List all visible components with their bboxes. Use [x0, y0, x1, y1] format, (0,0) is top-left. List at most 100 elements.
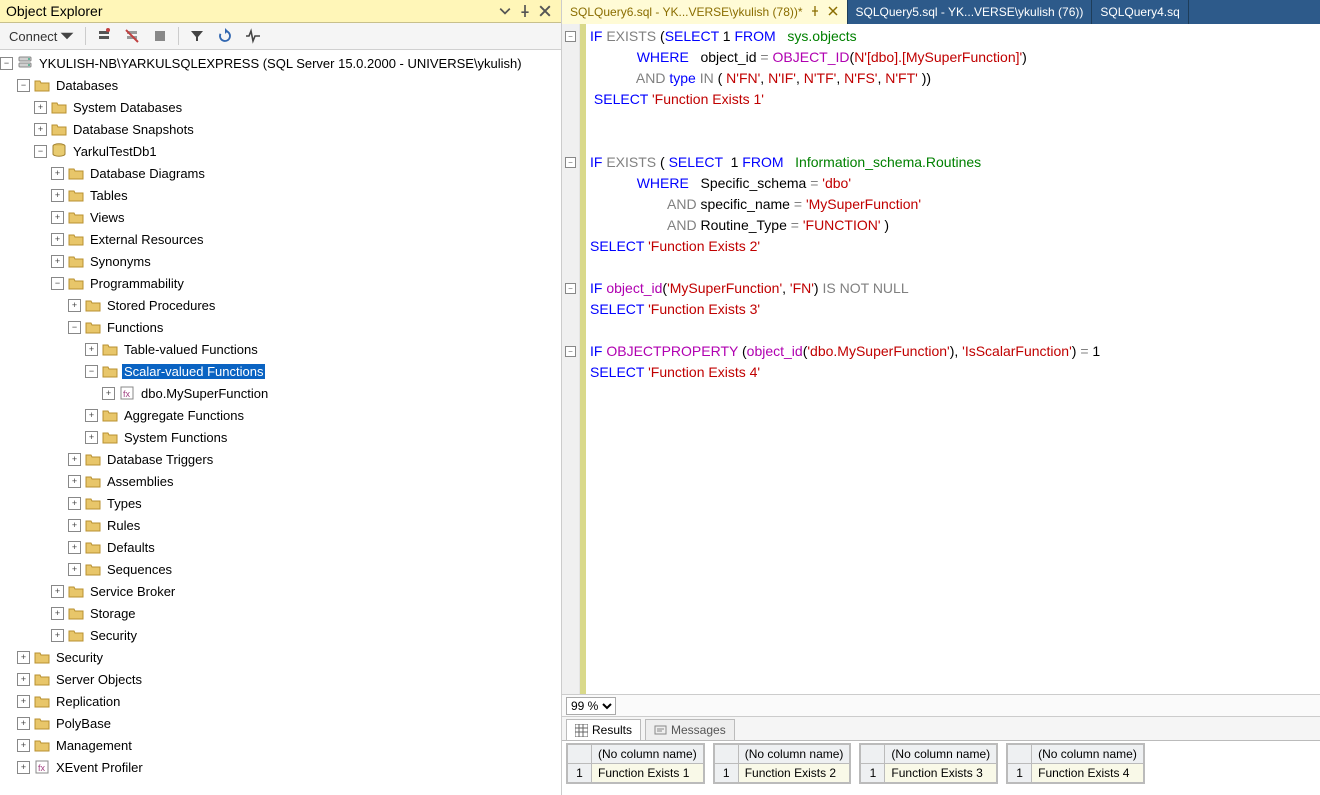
tree-node-label[interactable]: Tables — [88, 188, 130, 203]
expander-icon[interactable]: + — [85, 343, 98, 356]
tree-node-label[interactable]: Storage — [88, 606, 138, 621]
tree-node[interactable]: + PolyBase — [0, 712, 561, 734]
tree-node[interactable]: + dbo.MySuperFunction — [0, 382, 561, 404]
column-header[interactable]: (No column name) — [738, 745, 850, 764]
expander-icon[interactable]: + — [68, 497, 81, 510]
refresh-icon[interactable] — [212, 25, 238, 47]
expander-icon[interactable]: + — [68, 299, 81, 312]
expander-icon[interactable]: + — [17, 673, 30, 686]
tree-node-label[interactable]: External Resources — [88, 232, 205, 247]
expander-icon[interactable]: + — [51, 607, 64, 620]
editor-tab[interactable]: SQLQuery5.sql - YK...VERSE\ykulish (76)) — [848, 0, 1093, 24]
expander-icon[interactable]: + — [102, 387, 115, 400]
expander-icon[interactable]: + — [85, 431, 98, 444]
tree-node-label[interactable]: Databases — [54, 78, 120, 93]
tree-node[interactable]: + Sequences — [0, 558, 561, 580]
column-header[interactable]: (No column name) — [1032, 745, 1144, 764]
tree-node[interactable]: + Storage — [0, 602, 561, 624]
tree-node-label[interactable]: Programmability — [88, 276, 186, 291]
tree-node-label[interactable]: Table-valued Functions — [122, 342, 260, 357]
tree-node-label[interactable]: Sequences — [105, 562, 174, 577]
editor-tab[interactable]: SQLQuery4.sq — [1092, 0, 1188, 24]
tree-node-label[interactable]: YKULISH-NB\YARKULSQLEXPRESS (SQL Server … — [37, 56, 524, 71]
tree-node[interactable]: −Scalar-valued Functions — [0, 360, 561, 382]
tree-node[interactable]: +Types — [0, 492, 561, 514]
expander-icon[interactable]: + — [68, 475, 81, 488]
tab-messages[interactable]: Messages — [645, 719, 735, 740]
expander-icon[interactable]: − — [68, 321, 81, 334]
close-icon[interactable] — [827, 5, 839, 20]
tree-node-label[interactable]: Defaults — [105, 540, 157, 555]
tree-node[interactable]: +XEvent Profiler — [0, 756, 561, 778]
column-header[interactable]: (No column name) — [885, 745, 997, 764]
tree-node[interactable]: + Database Diagrams — [0, 162, 561, 184]
tree-node-label[interactable]: Rules — [105, 518, 142, 533]
tree-node[interactable]: − Functions — [0, 316, 561, 338]
tree-node-label[interactable]: Service Broker — [88, 584, 177, 599]
expander-icon[interactable]: + — [34, 123, 47, 136]
tree-node-label[interactable]: Synonyms — [88, 254, 153, 269]
tree-node[interactable]: + Tables — [0, 184, 561, 206]
results-grid[interactable]: (No column name)1Function Exists 1(No co… — [562, 741, 1320, 795]
tree-node[interactable]: + Views — [0, 206, 561, 228]
connect-server-icon[interactable] — [91, 25, 117, 47]
tree-node[interactable]: + System Functions — [0, 426, 561, 448]
expander-icon[interactable]: + — [17, 739, 30, 752]
connect-button[interactable]: Connect — [4, 25, 80, 47]
expander-icon[interactable]: + — [68, 563, 81, 576]
tree-node[interactable]: −YKULISH-NB\YARKULSQLEXPRESS (SQL Server… — [0, 52, 561, 74]
tree-node[interactable]: + External Resources — [0, 228, 561, 250]
tree-node-label[interactable]: Replication — [54, 694, 122, 709]
tree-node-label[interactable]: Security — [54, 650, 105, 665]
tree-node-label[interactable]: System Functions — [122, 430, 229, 445]
expander-icon[interactable]: + — [85, 409, 98, 422]
stop-icon[interactable] — [147, 25, 173, 47]
editor-tab[interactable]: SQLQuery6.sql - YK...VERSE\ykulish (78))… — [562, 0, 848, 24]
expander-icon[interactable]: + — [51, 189, 64, 202]
code-editor[interactable]: −−−− IF EXISTS (SELECT 1 FROM sys.object… — [562, 24, 1320, 695]
expander-icon[interactable]: + — [68, 541, 81, 554]
tree-node[interactable]: +Security — [0, 624, 561, 646]
tree-node[interactable]: + Defaults — [0, 536, 561, 558]
tree-node-label[interactable]: Database Triggers — [105, 452, 215, 467]
row-number[interactable]: 1 — [1008, 764, 1032, 783]
cell-value[interactable]: Function Exists 2 — [738, 764, 850, 783]
expander-icon[interactable]: − — [51, 277, 64, 290]
expander-icon[interactable]: + — [51, 629, 64, 642]
expander-icon[interactable]: + — [51, 211, 64, 224]
tree-node-label[interactable]: Database Diagrams — [88, 166, 207, 181]
outline-margin[interactable]: −−−− — [562, 24, 580, 694]
tree-node-label[interactable]: PolyBase — [54, 716, 113, 731]
tree-node[interactable]: + Table-valued Functions — [0, 338, 561, 360]
filter-icon[interactable] — [184, 25, 210, 47]
expander-icon[interactable]: − — [85, 365, 98, 378]
expander-icon[interactable]: + — [51, 233, 64, 246]
tree-node-label[interactable]: Views — [88, 210, 126, 225]
tree-node[interactable]: +Service Broker — [0, 580, 561, 602]
tree-node[interactable]: − Programmability — [0, 272, 561, 294]
tree-node-label[interactable]: Functions — [105, 320, 165, 335]
tree-node-label[interactable]: XEvent Profiler — [54, 760, 145, 775]
tree-node[interactable]: +Database Triggers — [0, 448, 561, 470]
tree-node[interactable]: +System Databases — [0, 96, 561, 118]
tree-node[interactable]: +Stored Procedures — [0, 294, 561, 316]
expander-icon[interactable]: + — [34, 101, 47, 114]
tree-node-label[interactable]: dbo.MySuperFunction — [139, 386, 270, 401]
expander-icon[interactable]: + — [17, 717, 30, 730]
close-icon[interactable] — [535, 3, 555, 19]
tree-node-label[interactable]: Management — [54, 738, 134, 753]
expander-icon[interactable]: − — [17, 79, 30, 92]
outline-toggle[interactable]: − — [565, 157, 576, 168]
tree-node-label[interactable]: Assemblies — [105, 474, 175, 489]
tree-node-label[interactable]: Aggregate Functions — [122, 408, 246, 423]
tree-node-label[interactable]: Server Objects — [54, 672, 144, 687]
row-number[interactable]: 1 — [568, 764, 592, 783]
object-explorer-tree[interactable]: −YKULISH-NB\YARKULSQLEXPRESS (SQL Server… — [0, 50, 561, 795]
tree-node-label[interactable]: YarkulTestDb1 — [71, 144, 159, 159]
disconnect-icon[interactable] — [119, 25, 145, 47]
tree-node[interactable]: + Assemblies — [0, 470, 561, 492]
tree-node-label[interactable]: Database Snapshots — [71, 122, 196, 137]
expander-icon[interactable]: + — [51, 167, 64, 180]
tree-node[interactable]: + Management — [0, 734, 561, 756]
expander-icon[interactable]: + — [51, 255, 64, 268]
